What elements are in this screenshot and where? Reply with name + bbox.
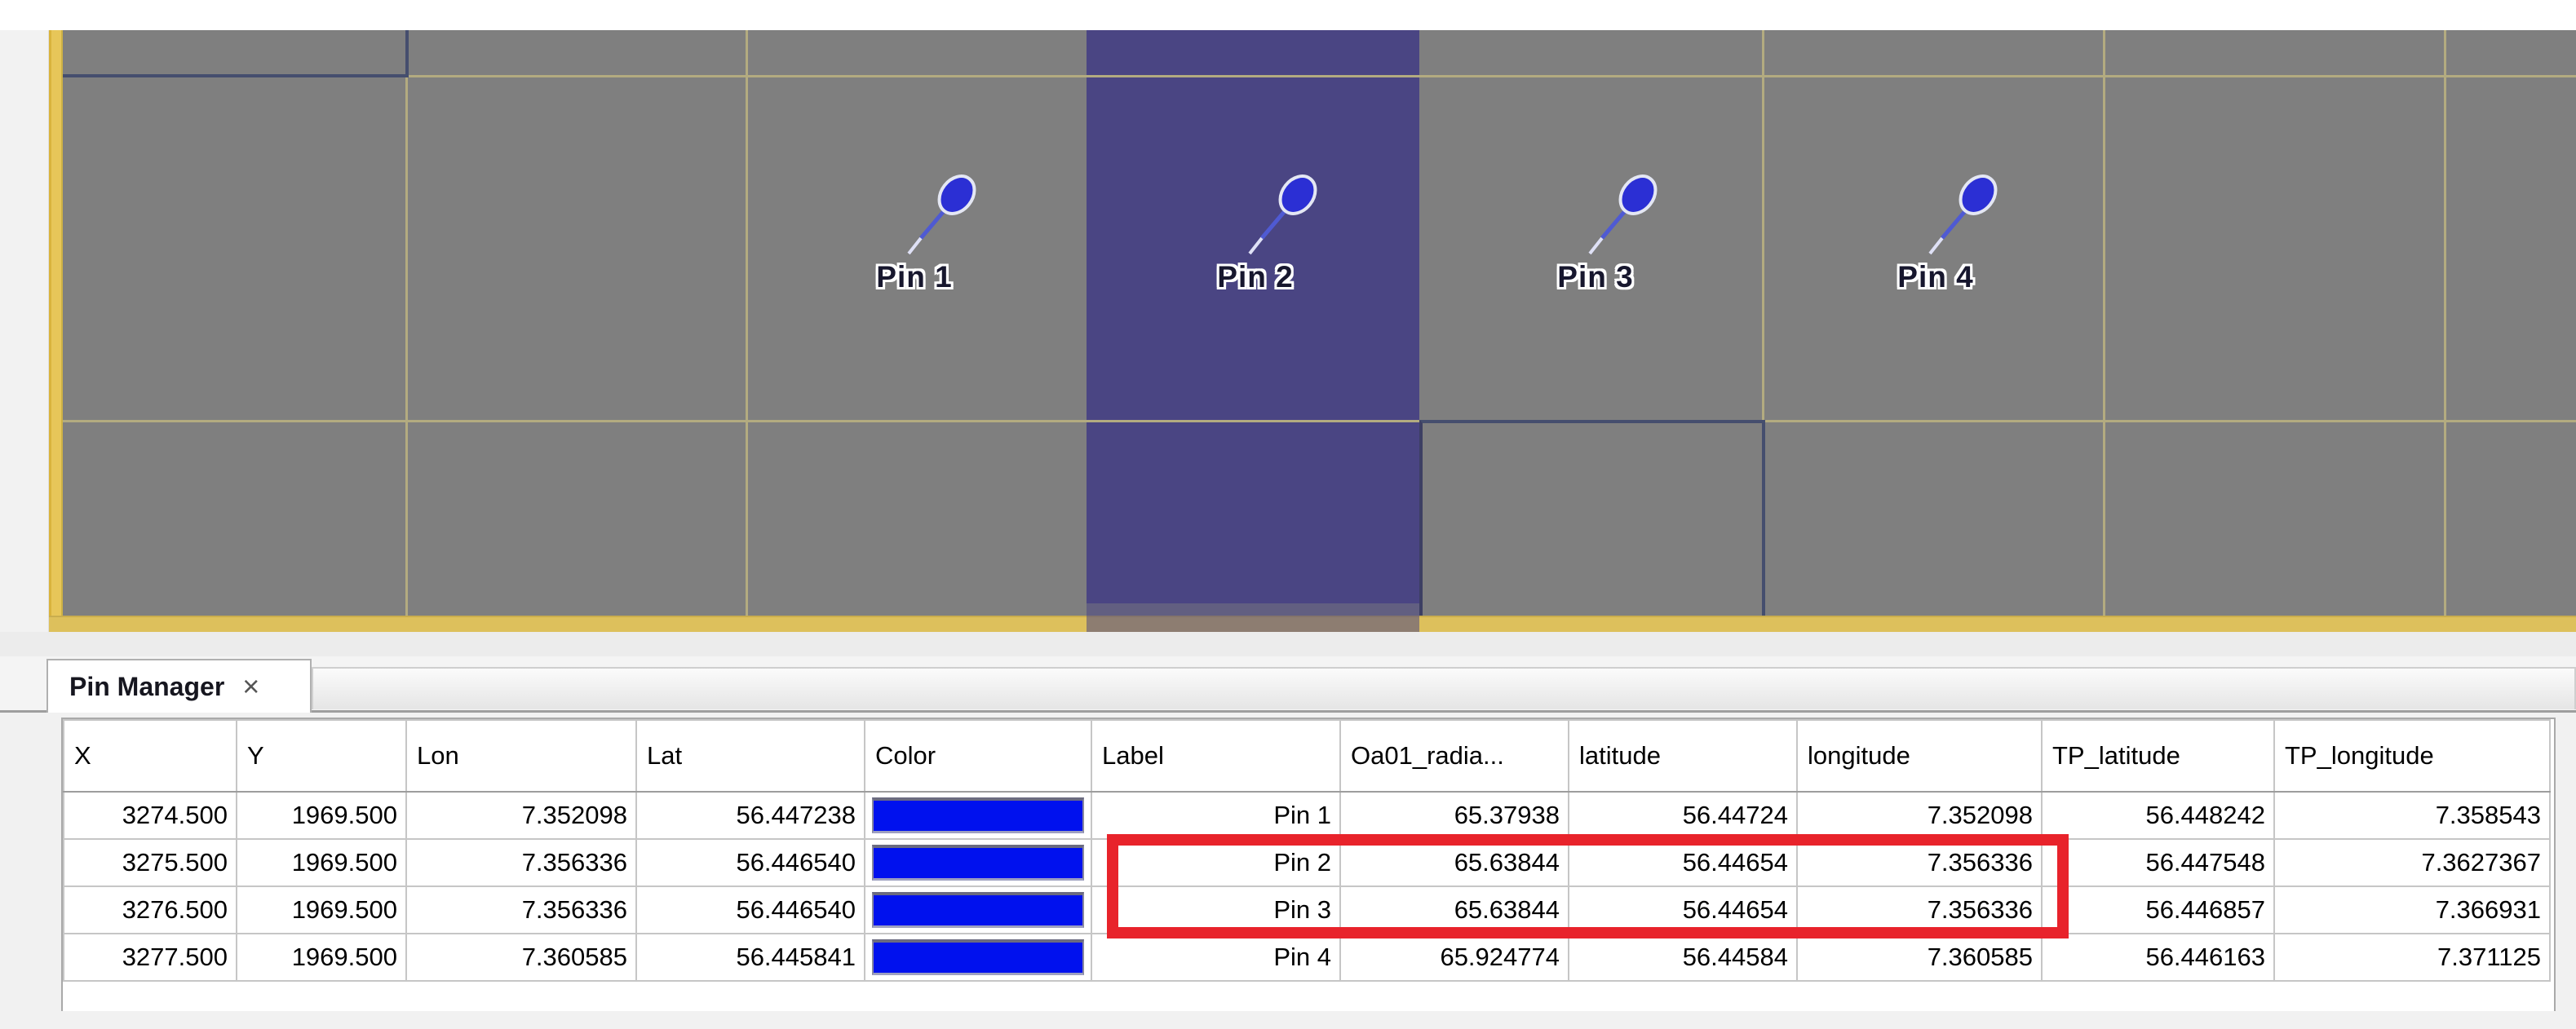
highlight-rectangle: [1107, 834, 2069, 938]
cell-tp-latitude[interactable]: 56.447548: [2042, 839, 2274, 886]
bottom-margin: [0, 1011, 2576, 1029]
cell-tp-longitude[interactable]: 7.3627367: [2274, 839, 2550, 886]
cell-y[interactable]: 1969.500: [237, 839, 406, 886]
cell-lon[interactable]: 7.352098: [406, 792, 636, 839]
color-swatch[interactable]: [872, 845, 1084, 881]
cell-oa01[interactable]: 65.924774: [1340, 934, 1569, 981]
image-view[interactable]: Pin 1 Pin 2 Pin 3 Pin 4: [0, 30, 2576, 632]
cell-y[interactable]: 1969.500: [237, 792, 406, 839]
column-header-color[interactable]: Color: [865, 720, 1091, 792]
cell-lat[interactable]: 56.446540: [636, 839, 865, 886]
grid-line-vertical: [405, 30, 408, 616]
cell-color[interactable]: [865, 886, 1091, 934]
grid-line-vertical: [2444, 30, 2446, 616]
cell-lon[interactable]: 7.360585: [406, 934, 636, 981]
cell-x[interactable]: 3276.500: [64, 886, 237, 934]
cell-color[interactable]: [865, 792, 1091, 839]
cell-lon[interactable]: 7.356336: [406, 839, 636, 886]
cell-latitude[interactable]: 56.44724: [1569, 792, 1797, 839]
table-row-pin-4[interactable]: 3277.500 1969.500 7.360585 56.445841 Pin…: [64, 934, 2550, 981]
cell-tp-latitude[interactable]: 56.446163: [2042, 934, 2274, 981]
cell-tp-latitude[interactable]: 56.446857: [2042, 886, 2274, 934]
image-edge-border: [49, 30, 63, 632]
pin-label: Pin 2: [1133, 260, 1378, 294]
column-header-lon[interactable]: Lon: [406, 720, 636, 792]
column-header-longitude[interactable]: longitude: [1797, 720, 2042, 792]
cell-latitude[interactable]: 56.44584: [1569, 934, 1797, 981]
column-header-tp-longitude[interactable]: TP_longitude: [2274, 720, 2550, 792]
color-swatch[interactable]: [872, 939, 1084, 975]
cell-lat[interactable]: 56.446540: [636, 886, 865, 934]
column-header-lat[interactable]: Lat: [636, 720, 865, 792]
panel-tab-bar: Pin Manager ×: [0, 656, 2576, 713]
cell-x[interactable]: 3275.500: [64, 839, 237, 886]
header-row: X Y Lon Lat Color Label Oa01_radia... la…: [64, 720, 2550, 792]
column-header-latitude[interactable]: latitude: [1569, 720, 1797, 792]
outlined-pixel-cell: [1419, 420, 1765, 617]
pin-label: Pin 3: [1473, 260, 1718, 294]
grid-line-horizontal: [63, 420, 2576, 422]
map-pin-3[interactable]: Pin 3: [1473, 161, 1718, 340]
cell-lat[interactable]: 56.445841: [636, 934, 865, 981]
cell-y[interactable]: 1969.500: [237, 886, 406, 934]
pin-label: Pin 4: [1813, 260, 2058, 294]
outlined-pixel-cell: [63, 30, 409, 77]
cell-label[interactable]: Pin 4: [1091, 934, 1340, 981]
cell-tp-latitude[interactable]: 56.448242: [2042, 792, 2274, 839]
cell-color[interactable]: [865, 934, 1091, 981]
cell-y[interactable]: 1969.500: [237, 934, 406, 981]
map-pin-4[interactable]: Pin 4: [1813, 161, 2058, 340]
map-left-margin: [0, 30, 49, 632]
tab-title: Pin Manager: [69, 672, 224, 702]
cell-label[interactable]: Pin 1: [1091, 792, 1340, 839]
grid-line-horizontal: [63, 75, 2576, 77]
cell-lat[interactable]: 56.447238: [636, 792, 865, 839]
app-screen: Pin 1 Pin 2 Pin 3 Pin 4: [0, 0, 2576, 1029]
grid-line-vertical: [746, 30, 748, 616]
cell-x[interactable]: 3277.500: [64, 934, 237, 981]
table-row-pin-1[interactable]: 3274.500 1969.500 7.352098 56.447238 Pin…: [64, 792, 2550, 839]
grid-line-vertical: [2103, 30, 2105, 616]
column-header-tp-latitude[interactable]: TP_latitude: [2042, 720, 2274, 792]
map-pin-2[interactable]: Pin 2: [1133, 161, 1378, 340]
color-swatch[interactable]: [872, 797, 1084, 833]
cell-tp-longitude[interactable]: 7.366931: [2274, 886, 2550, 934]
empty-tab-area: [312, 667, 2576, 709]
cell-longitude[interactable]: 7.352098: [1797, 792, 2042, 839]
cell-x[interactable]: 3274.500: [64, 792, 237, 839]
cell-tp-longitude[interactable]: 7.371125: [2274, 934, 2550, 981]
cell-color[interactable]: [865, 839, 1091, 886]
panel-gap: [0, 632, 2576, 656]
cell-longitude[interactable]: 7.360585: [1797, 934, 2042, 981]
tab-pin-manager[interactable]: Pin Manager ×: [46, 659, 312, 713]
column-header-x[interactable]: X: [64, 720, 237, 792]
map-pin-1[interactable]: Pin 1: [792, 161, 1037, 340]
cell-lon[interactable]: 7.356336: [406, 886, 636, 934]
cell-tp-longitude[interactable]: 7.358543: [2274, 792, 2550, 839]
color-swatch[interactable]: [872, 892, 1084, 928]
selected-column-fade: [1087, 603, 1419, 632]
pin-label: Pin 1: [792, 260, 1037, 294]
close-icon[interactable]: ×: [242, 672, 259, 701]
column-header-label[interactable]: Label: [1091, 720, 1340, 792]
cell-oa01[interactable]: 65.37938: [1340, 792, 1569, 839]
column-header-y[interactable]: Y: [237, 720, 406, 792]
column-header-oa01-radiance[interactable]: Oa01_radia...: [1340, 720, 1569, 792]
